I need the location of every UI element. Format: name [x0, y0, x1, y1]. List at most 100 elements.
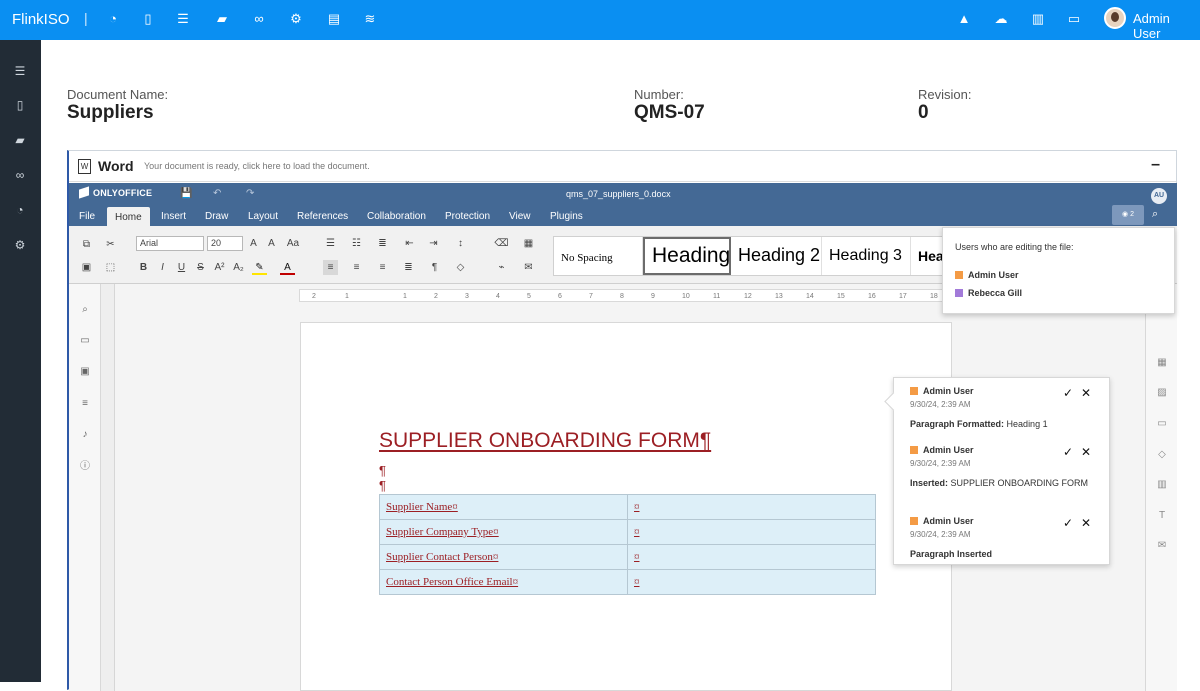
contact-person-office-email-label[interactable]: Contact Person Office Email¤: [379, 569, 628, 595]
network-icon[interactable]: ⚙: [288, 11, 304, 27]
align-left-icon[interactable]: ≡: [323, 260, 338, 275]
bar-chart-icon[interactable]: ▥: [1030, 11, 1046, 27]
info-panel-icon[interactable]: ⓘ: [78, 460, 92, 474]
table-row[interactable]: Supplier Name¤ ¤: [379, 494, 876, 520]
supplier-company-type-value[interactable]: ¤: [627, 519, 876, 545]
accept-change-icon[interactable]: ✓: [1063, 387, 1073, 399]
reject-change-icon[interactable]: ✕: [1081, 446, 1091, 458]
brand-name[interactable]: FlinkISO: [12, 11, 70, 28]
save-icon[interactable]: 💾: [180, 188, 192, 199]
subscript-icon[interactable]: A₂: [231, 260, 246, 275]
bookmark-icon[interactable]: ▯: [12, 97, 28, 113]
supplier-contact-person-label[interactable]: Supplier Contact Person¤: [379, 544, 628, 570]
chat-panel-icon[interactable]: ▣: [78, 365, 92, 379]
word-panel-header[interactable]: W Word Your document is ready, click her…: [69, 151, 1176, 182]
navigation-panel-icon[interactable]: ≡: [78, 397, 92, 411]
chart-settings-icon[interactable]: ▥: [1155, 478, 1169, 492]
database-icon[interactable]: ≋: [362, 11, 378, 27]
speaker-panel-icon[interactable]: ♪: [78, 428, 92, 442]
italic-icon[interactable]: I: [155, 260, 170, 275]
style-heading-2[interactable]: Heading 2: [731, 237, 822, 275]
accept-change-icon[interactable]: ✓: [1063, 517, 1073, 529]
tab-protection[interactable]: Protection: [445, 211, 490, 222]
underline-icon[interactable]: U: [174, 260, 189, 275]
file-icon[interactable]: ▤: [326, 11, 342, 27]
paste-icon[interactable]: ▣: [79, 260, 94, 275]
horizontal-ruler[interactable]: 2 1 1 2 3 4 5 6 7 8 9 10 11 12 13 14 15 …: [299, 289, 944, 302]
empty-paragraph-mark[interactable]: ¶: [379, 463, 386, 478]
tab-home[interactable]: Home: [107, 207, 150, 226]
tab-draw[interactable]: Draw: [205, 211, 228, 222]
undo-icon[interactable]: ↶: [213, 188, 221, 199]
increase-font-size-icon[interactable]: A: [246, 236, 261, 251]
table-row[interactable]: Supplier Company Type¤ ¤: [379, 519, 876, 545]
font-size-select[interactable]: 20: [207, 236, 243, 251]
folder-icon[interactable]: ▰: [214, 11, 230, 27]
tab-references[interactable]: References: [297, 211, 348, 222]
text-art-settings-icon[interactable]: T: [1155, 509, 1169, 523]
cloud-download-icon[interactable]: ☁: [993, 11, 1009, 27]
editing-users-button[interactable]: ◉ 2: [1112, 205, 1144, 225]
current-user-name[interactable]: Admin User: [1133, 11, 1200, 41]
style-no-spacing[interactable]: No Spacing: [554, 237, 643, 275]
reject-change-icon[interactable]: ✕: [1081, 387, 1091, 399]
bullet-list-icon[interactable]: ☰: [323, 236, 338, 251]
style-heading-1[interactable]: Heading 1: [643, 237, 731, 275]
supplier-name-label[interactable]: Supplier Name¤: [379, 494, 628, 520]
reject-change-icon[interactable]: ✕: [1081, 517, 1091, 529]
table-row[interactable]: Supplier Contact Person¤ ¤: [379, 544, 876, 570]
document-heading[interactable]: SUPPLIER ONBOARDING FORM¶: [379, 429, 711, 453]
align-right-icon[interactable]: ≡: [375, 260, 390, 275]
word-ready-message[interactable]: Your document is ready, click here to lo…: [144, 161, 370, 171]
credit-card-icon[interactable]: ▭: [1066, 11, 1082, 27]
tab-view[interactable]: View: [509, 211, 531, 222]
redo-icon[interactable]: ↷: [246, 188, 254, 199]
mail-settings-icon[interactable]: ✉: [1155, 539, 1169, 553]
pie-chart-icon[interactable]: ◔: [12, 202, 28, 218]
graduation-cap-icon[interactable]: ▲: [956, 11, 972, 27]
comments-panel-icon[interactable]: ▭: [78, 334, 92, 348]
gear-icon[interactable]: ⚙: [12, 237, 28, 253]
table-row[interactable]: Contact Person Office Email¤ ¤: [379, 569, 876, 595]
align-center-icon[interactable]: ≡: [349, 260, 364, 275]
tab-insert[interactable]: Insert: [161, 211, 186, 222]
menu-icon[interactable]: ☰: [12, 63, 28, 79]
copy-icon[interactable]: ⧉: [79, 237, 94, 252]
superscript-icon[interactable]: A²: [212, 260, 227, 275]
decrease-font-size-icon[interactable]: A: [264, 236, 279, 251]
strikethrough-icon[interactable]: S: [193, 260, 208, 275]
color-scheme-icon[interactable]: ▦: [521, 236, 536, 251]
change-case-icon[interactable]: Aa: [283, 236, 303, 251]
supplier-contact-person-value[interactable]: ¤: [627, 544, 876, 570]
font-color-icon[interactable]: A: [280, 260, 295, 275]
bold-icon[interactable]: B: [136, 260, 151, 275]
cut-icon[interactable]: ✂: [103, 237, 118, 252]
tab-file[interactable]: File: [79, 211, 95, 222]
image-settings-icon[interactable]: ▨: [1155, 386, 1169, 400]
style-heading-3[interactable]: Heading 3: [822, 237, 911, 275]
paragraph-marks-icon[interactable]: ¶: [427, 260, 442, 275]
supplier-name-value[interactable]: ¤: [627, 494, 876, 520]
multilevel-list-icon[interactable]: ≣: [375, 236, 390, 251]
supplier-details-table[interactable]: Supplier Name¤ ¤ Supplier Company Type¤ …: [379, 494, 876, 595]
empty-paragraph-mark[interactable]: ¶: [379, 478, 386, 493]
folder-icon[interactable]: ▰: [12, 132, 28, 148]
shading-icon[interactable]: ◇: [453, 260, 468, 275]
search-panel-icon[interactable]: ⌕: [78, 303, 92, 317]
tab-layout[interactable]: Layout: [248, 211, 278, 222]
collapse-panel-button[interactable]: –: [1151, 156, 1160, 174]
link-icon[interactable]: ∞: [251, 11, 267, 27]
document-page[interactable]: SUPPLIER ONBOARDING FORM¶ ¶ ¶ Supplier N…: [300, 322, 952, 691]
decrease-indent-icon[interactable]: ⇤: [402, 236, 417, 251]
user-avatar[interactable]: [1104, 7, 1126, 29]
dashboard-icon[interactable]: ◔: [105, 11, 121, 27]
bookmark-icon[interactable]: ▯: [140, 11, 156, 27]
line-spacing-icon[interactable]: ↕: [453, 236, 468, 251]
clear-formatting-icon[interactable]: ⌫: [494, 236, 509, 251]
tab-collaboration[interactable]: Collaboration: [367, 211, 426, 222]
copy-style-icon[interactable]: ⌁: [494, 260, 509, 275]
search-icon[interactable]: ⌕: [1152, 208, 1158, 221]
font-name-select[interactable]: Arial: [136, 236, 204, 251]
mail-merge-icon[interactable]: ✉: [521, 260, 536, 275]
link-icon[interactable]: ∞: [12, 167, 28, 183]
